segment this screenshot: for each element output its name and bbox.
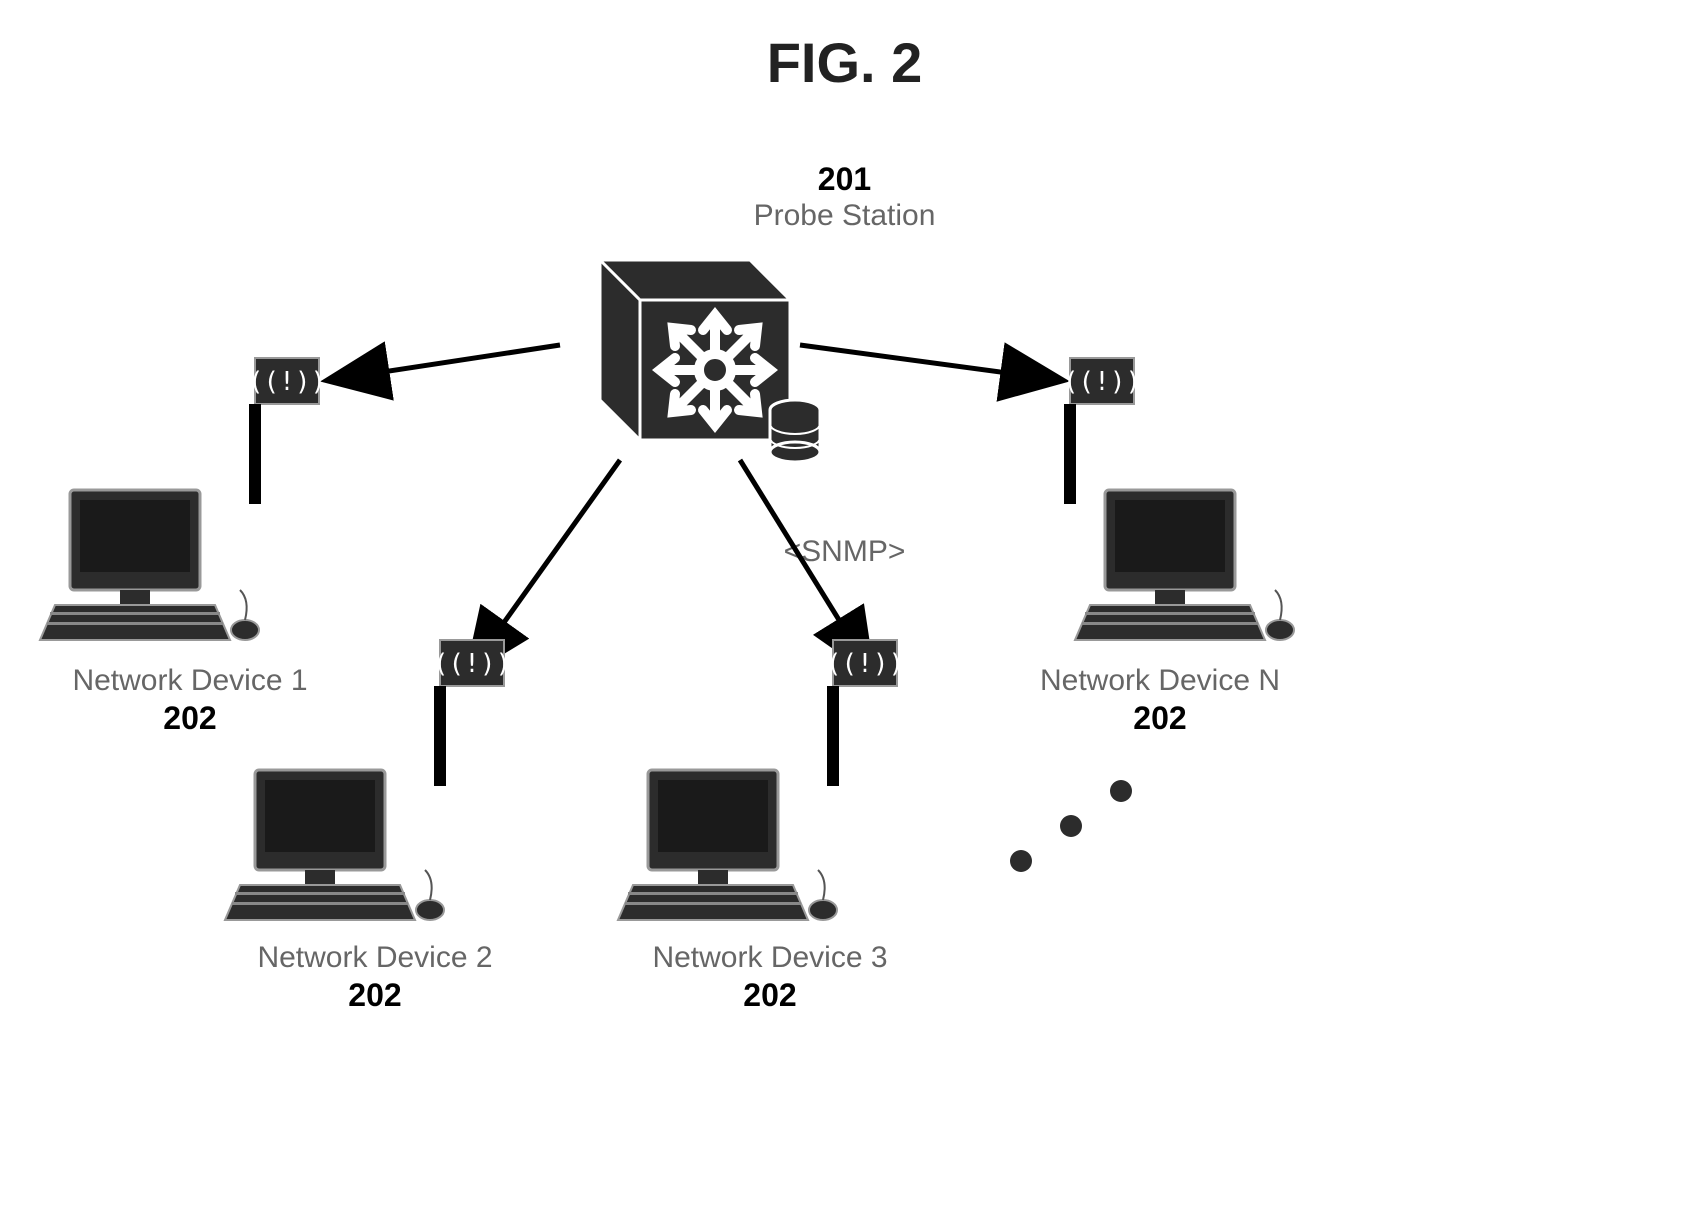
device-2-ref: 202 [215,976,535,1014]
probe-station-icon [600,260,820,462]
device-1-name: Network Device 1 [30,663,350,699]
probe-ref: 201 [0,160,1689,198]
probe-name: Probe Station [0,198,1689,234]
network-device-n [1063,358,1294,640]
device-3-ref: 202 [610,976,930,1014]
device-2-name: Network Device 2 [215,940,535,976]
device-n-ref: 202 [1000,699,1320,737]
snmp-arrows [330,345,1060,670]
network-device-3 [618,640,904,920]
device-3-name: Network Device 3 [610,940,930,976]
network-device-1 [40,358,326,640]
protocol-label: <SNMP> [0,535,1689,569]
device-1-ref: 202 [30,699,350,737]
figure-title: FIG. 2 [0,30,1689,95]
device-n-name: Network Device N [1000,663,1320,699]
